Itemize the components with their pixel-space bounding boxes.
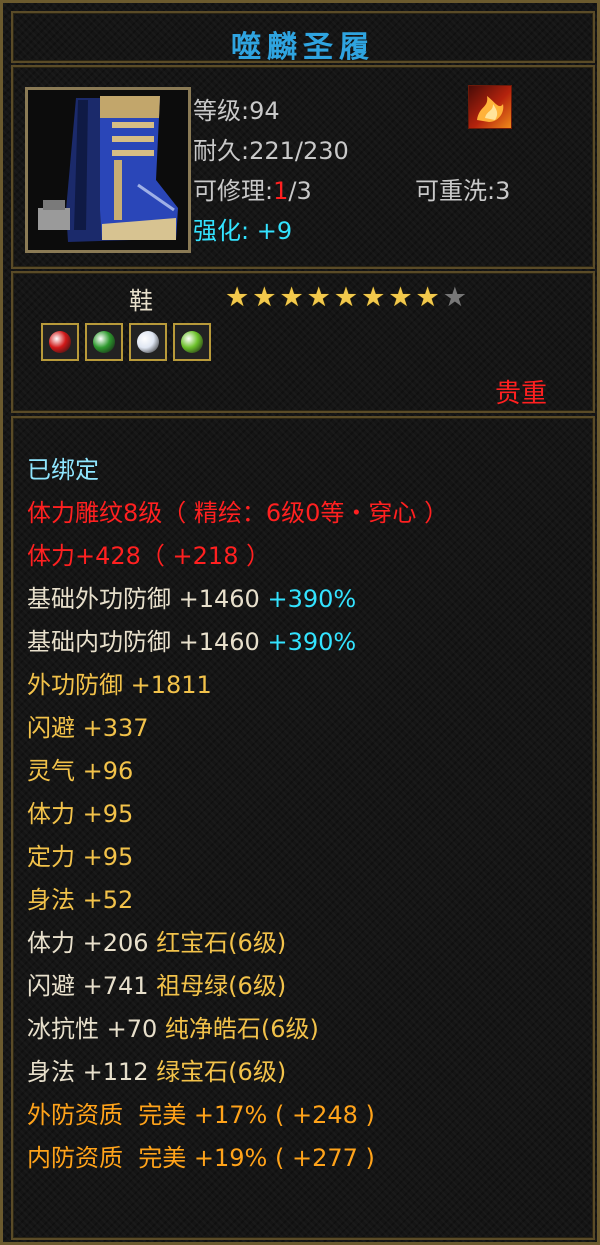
enhance-value: +9 <box>256 217 293 245</box>
focus-line: 定力 +95 <box>27 843 134 871</box>
gem-stat: 体力 +206 <box>27 929 149 957</box>
star-filled-icon: ★ <box>361 282 386 313</box>
durability-label: 耐久 <box>193 137 241 165</box>
repair-label: 可修理 <box>193 177 265 205</box>
level-value: 94 <box>249 97 280 125</box>
ext-def-line: 外功防御 +1811 <box>27 671 212 699</box>
gem-stat-line: 闪避 +741 祖母绿(6级) <box>27 966 286 1001</box>
base-ext-def: 基础外功防御 +1460 <box>27 585 260 613</box>
rarity-label: 贵重 <box>495 379 548 409</box>
star-filled-icon: ★ <box>306 282 331 313</box>
int-quality-line: 内防资质 完美 +19% ( +277 ) <box>27 1144 375 1172</box>
repair-current: 1 <box>273 177 289 205</box>
star-filled-icon: ★ <box>279 282 304 313</box>
engrave-line: 体力雕纹8级（ 精绘：6级0等・穿心 ） <box>27 499 449 527</box>
star-rating: ★ ★ ★ ★ ★ ★ ★ ★ ★ <box>225 282 467 313</box>
base-int-def-pct: +390% <box>267 628 357 656</box>
gem-stat: 冰抗性 +70 <box>27 1015 158 1043</box>
star-filled-icon: ★ <box>388 282 413 313</box>
level-label: 等级 <box>193 97 241 125</box>
gem-stat-line: 冰抗性 +70 纯净皓石(6级) <box>27 1009 319 1044</box>
stamina-line: 体力 +95 <box>27 800 134 828</box>
bound-status: 已绑定 <box>27 456 99 484</box>
item-info-panel: 等级:94 耐久:221/230 可修理:1/3 可重洗:3 强化: +9 <box>11 65 595 269</box>
rewash-value: 3 <box>495 177 511 205</box>
star-filled-icon: ★ <box>225 282 250 313</box>
gem-stat-line: 身法 +112 绿宝石(6级) <box>27 1052 286 1087</box>
gem-stat: 身法 +112 <box>27 1058 149 1086</box>
gem-stat: 闪避 +741 <box>27 972 149 1000</box>
item-tooltip: 噬麟圣履 等级:94 耐久:221/230 可修理:1/3 可重洗:3 强化: … <box>0 0 600 1245</box>
star-filled-icon: ★ <box>415 282 440 313</box>
red-gem-icon <box>49 331 71 353</box>
repair-max: /3 <box>288 177 312 205</box>
gem-name: 祖母绿(6级) <box>156 972 287 1000</box>
red-gem-slot <box>41 323 79 361</box>
attributes-panel: 已绑定 体力雕纹8级（ 精绘：6级0等・穿心 ） 体力+428（ +218 ） … <box>11 416 595 1240</box>
base-int-def: 基础内功防御 +1460 <box>27 628 260 656</box>
gem-name: 红宝石(6级) <box>156 929 287 957</box>
type-stars-panel: 鞋 ★ ★ ★ ★ ★ ★ ★ ★ ★ 贵重 <box>11 271 595 413</box>
stamina-bonus-line: 体力+428（ +218 ） <box>27 542 271 570</box>
rewash-label: 可重洗 <box>415 177 487 205</box>
green-gem-slot <box>85 323 123 361</box>
dodge-line: 闪避 +337 <box>27 714 149 742</box>
green-gem-icon <box>93 331 115 353</box>
flame-badge-icon <box>468 85 512 129</box>
item-name: 噬麟圣履 <box>231 30 375 65</box>
boots-icon <box>25 87 191 253</box>
gem-stat-line: 体力 +206 红宝石(6级) <box>27 923 286 958</box>
title-bar: 噬麟圣履 <box>11 11 595 65</box>
lightgreen-gem-icon <box>181 331 203 353</box>
agility-line: 身法 +52 <box>27 886 134 914</box>
ext-quality-line: 外防资质 完美 +17% ( +248 ) <box>27 1101 375 1129</box>
white-gem-icon <box>137 331 159 353</box>
star-filled-icon: ★ <box>333 282 359 313</box>
spirit-line: 灵气 +96 <box>27 757 134 785</box>
item-type: 鞋 <box>129 287 153 315</box>
white-gem-slot <box>129 323 167 361</box>
gem-name: 绿宝石(6级) <box>156 1058 287 1086</box>
gem-name: 纯净皓石(6级) <box>164 1015 319 1043</box>
star-filled-icon: ★ <box>252 282 277 313</box>
lightgreen-gem-slot <box>173 323 211 361</box>
star-empty-icon: ★ <box>442 282 467 313</box>
enhance-label: 强化 <box>193 217 241 245</box>
durability-value: 221/230 <box>249 137 349 165</box>
base-ext-def-pct: +390% <box>267 585 357 613</box>
